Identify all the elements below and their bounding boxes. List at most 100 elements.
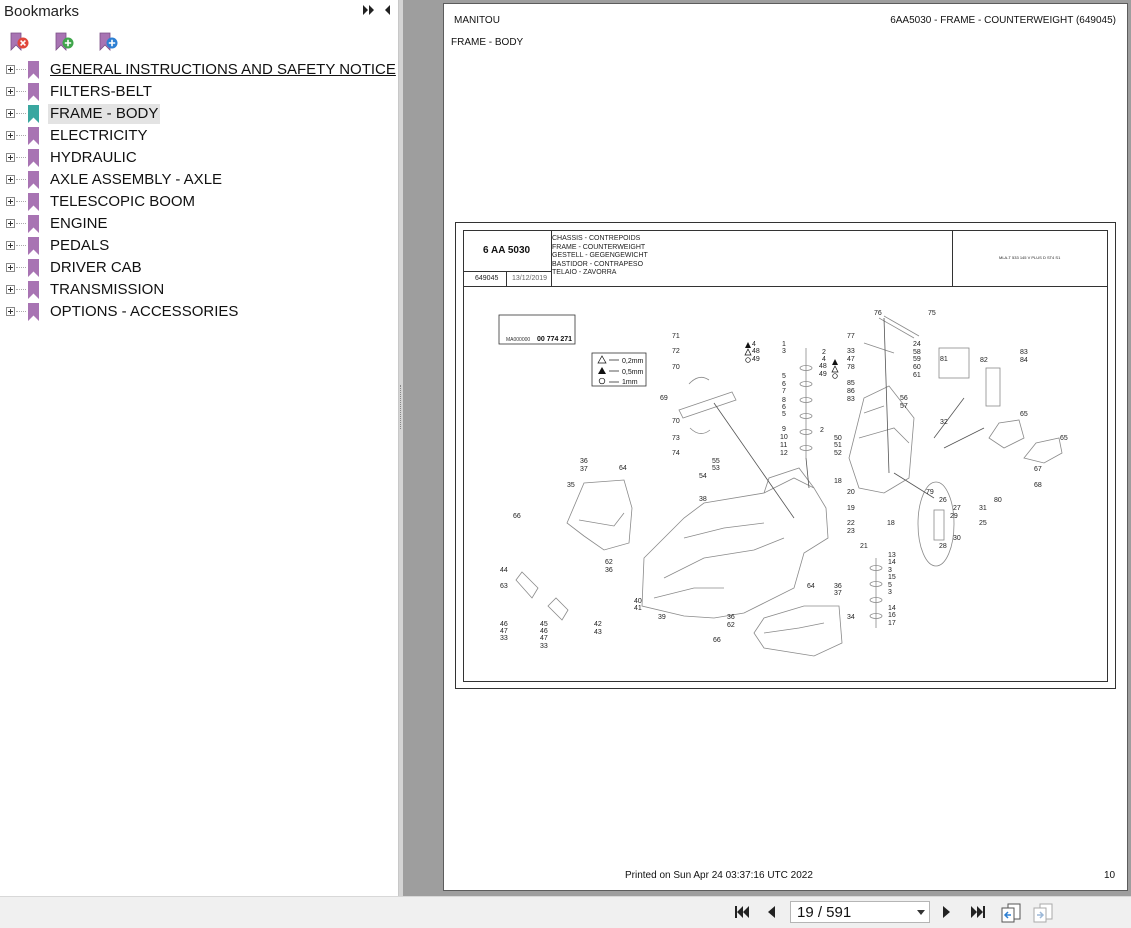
add-bookmark-icon[interactable] (53, 31, 75, 53)
expand-toggle-icon[interactable] (6, 175, 15, 184)
bookmark-properties-icon[interactable] (97, 31, 119, 53)
bookmark-label[interactable]: TRANSMISSION (48, 280, 166, 300)
bookmark-flag-icon (28, 61, 39, 79)
svg-text:83: 83 (1020, 349, 1028, 356)
svg-text:36: 36 (727, 614, 735, 621)
svg-text:60: 60 (913, 364, 921, 371)
page-number-input[interactable]: 19 / 591 (797, 904, 851, 921)
svg-text:48: 48 (752, 348, 760, 355)
previous-page-icon[interactable] (764, 903, 778, 921)
bookmark-item-frame-body[interactable]: FRAME - BODY (0, 103, 398, 125)
svg-text:1mm: 1mm (622, 379, 638, 386)
expand-toggle-icon[interactable] (6, 109, 15, 118)
svg-text:19: 19 (847, 505, 855, 512)
bookmarks-toolbar (0, 27, 398, 57)
bookmark-item-driver-cab[interactable]: DRIVER CAB (0, 257, 398, 279)
bookmark-label[interactable]: DRIVER CAB (48, 258, 144, 278)
bookmark-item-pedals[interactable]: PEDALS (0, 235, 398, 257)
expand-toggle-icon[interactable] (6, 263, 15, 272)
next-view-icon[interactable] (1032, 903, 1054, 923)
bookmark-item-engine[interactable]: ENGINE (0, 213, 398, 235)
bookmark-item-transmission[interactable]: TRANSMISSION (0, 279, 398, 301)
tree-connector (16, 157, 26, 158)
svg-text:33: 33 (540, 643, 548, 650)
bookmark-item-hydraulic[interactable]: HYDRAULIC (0, 147, 398, 169)
expand-toggle-icon[interactable] (6, 131, 15, 140)
svg-text:32: 32 (940, 419, 948, 426)
bookmark-item-telescopic-boom[interactable]: TELESCOPIC BOOM (0, 191, 398, 213)
svg-text:49: 49 (752, 356, 760, 363)
expand-toggle-icon[interactable] (6, 87, 15, 96)
svg-text:64: 64 (807, 583, 815, 590)
bookmark-label[interactable]: PEDALS (48, 236, 111, 256)
bookmark-flag-icon (28, 259, 39, 277)
svg-text:70: 70 (672, 418, 680, 425)
svg-text:7: 7 (782, 388, 786, 395)
bookmark-label-selected[interactable]: FRAME - BODY (48, 104, 161, 124)
page-number-field[interactable]: 19 / 591 (790, 901, 930, 923)
page-dropdown-icon[interactable] (917, 910, 925, 915)
svg-text:70: 70 (672, 364, 680, 371)
tree-connector (16, 245, 26, 246)
svg-text:13: 13 (888, 552, 896, 559)
bookmark-label[interactable]: GENERAL INSTRUCTIONS AND SAFETY NOTICE (48, 60, 398, 80)
svg-text:86: 86 (847, 388, 855, 395)
previous-view-icon[interactable] (1000, 903, 1022, 923)
bookmark-label[interactable]: AXLE ASSEMBLY - AXLE (48, 170, 224, 190)
svg-text:83: 83 (847, 396, 855, 403)
svg-text:52: 52 (834, 450, 842, 457)
expand-toggle-icon[interactable] (6, 65, 15, 74)
bookmark-label[interactable]: ELECTRICITY (48, 126, 150, 146)
bookmark-label[interactable]: HYDRAULIC (48, 148, 139, 168)
title-line: GESTELL - GEGENGEWICHT (552, 252, 648, 260)
svg-text:47: 47 (500, 628, 508, 635)
bookmark-flag-icon (28, 171, 39, 189)
title-line: FRAME - COUNTERWEIGHT (552, 243, 646, 251)
bookmark-item-axle-assembly[interactable]: AXLE ASSEMBLY - AXLE (0, 169, 398, 191)
bookmark-label[interactable]: ENGINE (48, 214, 110, 234)
delete-bookmark-icon[interactable] (8, 31, 30, 53)
last-page-icon[interactable] (969, 903, 987, 921)
printed-on-footer: Printed on Sun Apr 24 03:37:16 UTC 2022 (625, 870, 813, 881)
svg-text:41: 41 (634, 605, 642, 612)
expand-toggle-icon[interactable] (6, 197, 15, 206)
expand-toggle-icon[interactable] (6, 153, 15, 162)
model-cell: MLA-T 533 145 V PLUS D ST4 S1 (952, 230, 1107, 286)
expand-toggle-icon[interactable] (6, 241, 15, 250)
first-page-icon[interactable] (733, 903, 751, 921)
expand-panel-icon[interactable] (362, 4, 376, 19)
next-page-icon[interactable] (940, 903, 954, 921)
svg-text:40: 40 (634, 598, 642, 605)
bookmark-label[interactable]: TELESCOPIC BOOM (48, 192, 197, 212)
expand-toggle-icon[interactable] (6, 219, 15, 228)
tree-connector (16, 201, 26, 202)
svg-text:36: 36 (605, 567, 613, 574)
svg-text:37: 37 (580, 466, 588, 473)
drawing-date: 13/12/2019 (512, 275, 548, 282)
svg-text:80: 80 (994, 497, 1002, 504)
bookmark-label[interactable]: FILTERS-BELT (48, 82, 154, 102)
svg-text:30: 30 (953, 535, 961, 542)
page-number: 10 (1104, 870, 1116, 881)
collapse-panel-icon[interactable] (382, 4, 392, 19)
bookmark-label[interactable]: OPTIONS - ACCESSORIES (48, 302, 240, 322)
bookmark-item-general-instructions[interactable]: GENERAL INSTRUCTIONS AND SAFETY NOTICE (0, 59, 398, 81)
bookmark-flag-icon (28, 149, 39, 167)
svg-text:58: 58 (913, 349, 921, 356)
expand-toggle-icon[interactable] (6, 285, 15, 294)
expand-toggle-icon[interactable] (6, 307, 15, 316)
bookmark-item-filters-belt[interactable]: FILTERS-BELT (0, 81, 398, 103)
svg-text:68: 68 (1034, 482, 1042, 489)
drawing-code: 6 AA 5030 (483, 245, 531, 256)
svg-text:85: 85 (847, 380, 855, 387)
bookmark-item-options-accessories[interactable]: OPTIONS - ACCESSORIES (0, 301, 398, 323)
svg-text:78: 78 (847, 364, 855, 371)
svg-text:74: 74 (672, 450, 680, 457)
svg-text:77: 77 (847, 333, 855, 340)
title-line: CHASSIS - CONTREPOIDS (552, 235, 641, 242)
svg-text:6: 6 (782, 404, 786, 411)
svg-text:4: 4 (822, 356, 826, 363)
svg-text:22: 22 (847, 520, 855, 527)
bookmark-item-electricity[interactable]: ELECTRICITY (0, 125, 398, 147)
svg-text:73: 73 (672, 435, 680, 442)
